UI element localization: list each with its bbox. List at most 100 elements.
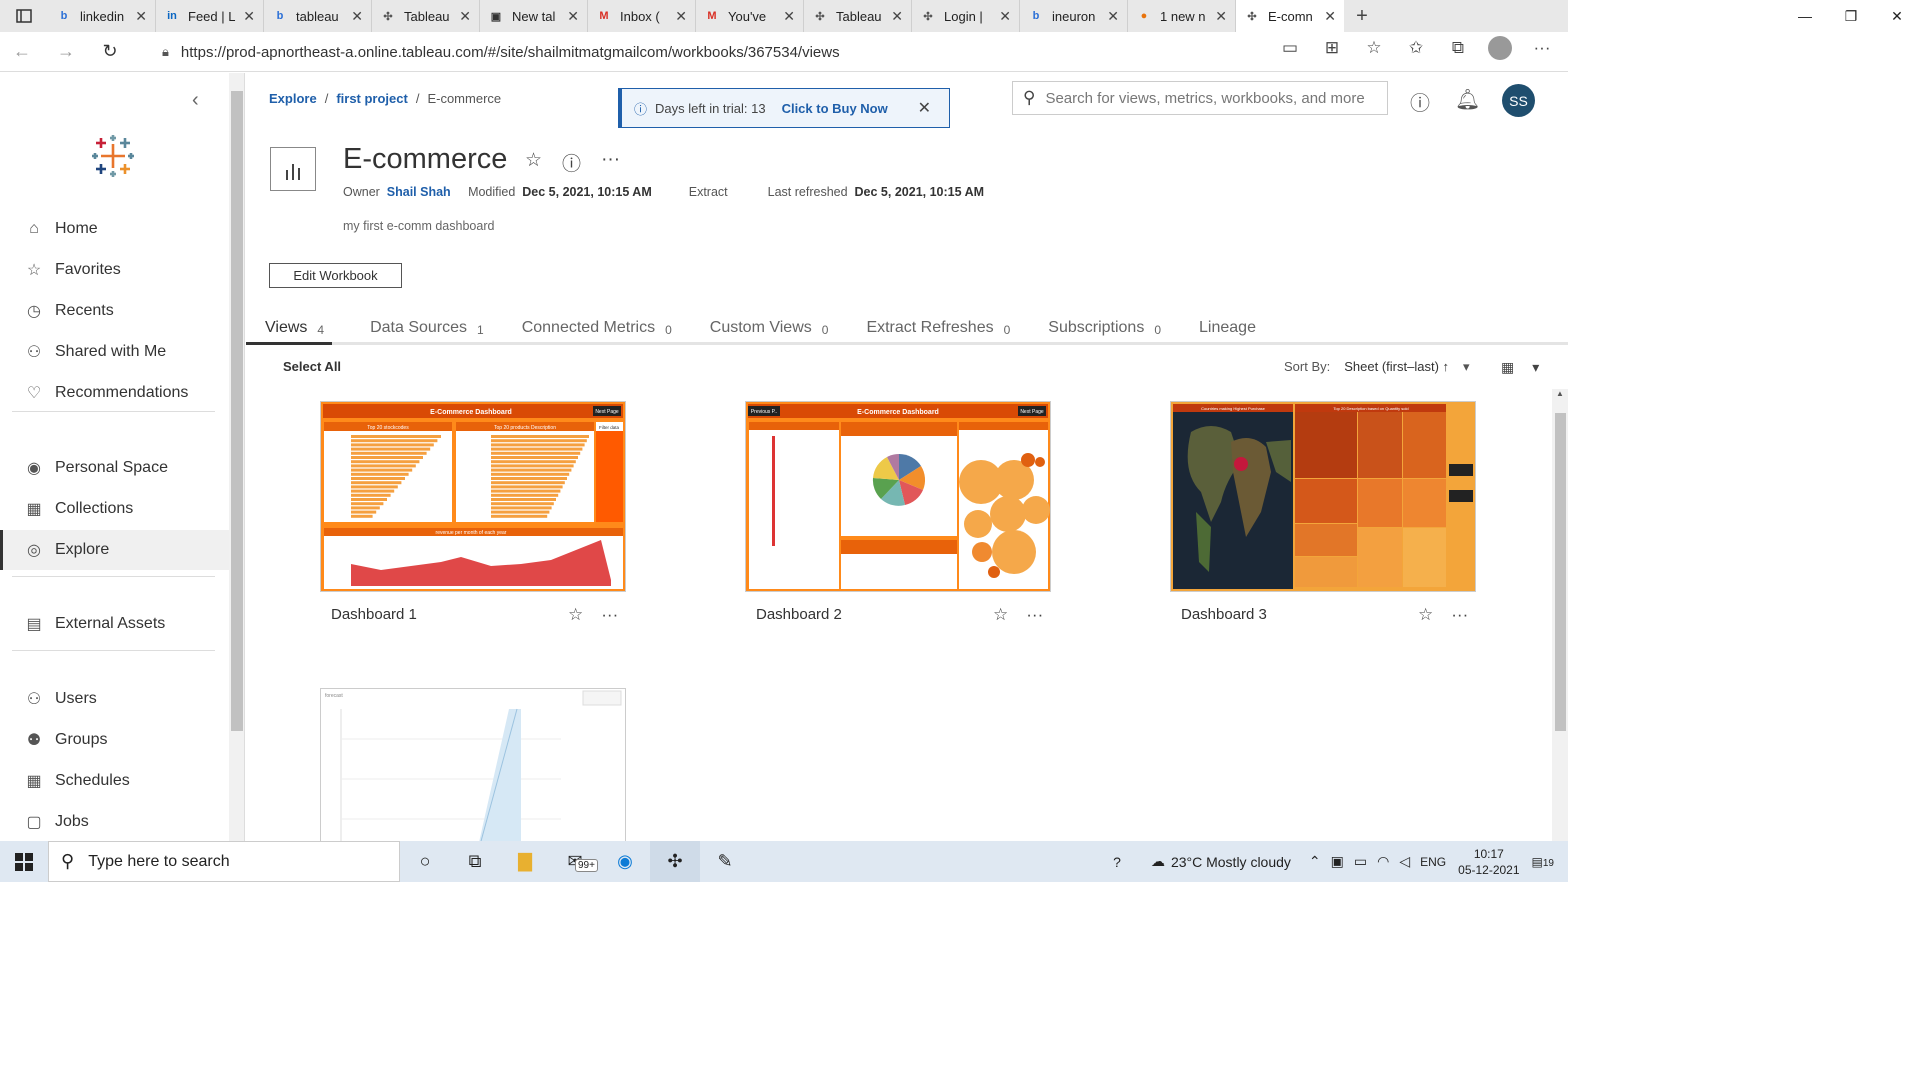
- more-icon[interactable]: ···: [1530, 38, 1554, 58]
- browser-tab[interactable]: in Feed | L ✕: [156, 0, 264, 32]
- star-icon[interactable]: ☆: [568, 605, 583, 625]
- maximize-button[interactable]: ❐: [1828, 0, 1874, 32]
- view-card-2[interactable]: Previous P.. E-Commerce Dashboard Next P…: [745, 401, 1051, 624]
- browser-tab[interactable]: M You've ✕: [696, 0, 804, 32]
- breadcrumb-explore[interactable]: Explore: [269, 91, 317, 106]
- view-card-3[interactable]: Countries making Highest Purchase Top 20…: [1170, 401, 1476, 624]
- browser-tab[interactable]: ✣ Login | ✕: [912, 0, 1020, 32]
- close-tab-icon[interactable]: ✕: [1107, 8, 1119, 25]
- sidebar-item-favorites[interactable]: ☆ Favorites: [0, 250, 229, 290]
- chevron-up-icon[interactable]: ⌃: [1309, 853, 1321, 870]
- tab-data-sources[interactable]: Data Sources 1: [351, 319, 484, 345]
- avatar[interactable]: SS: [1502, 84, 1535, 117]
- more-icon[interactable]: ···: [1451, 605, 1468, 625]
- browser-tab[interactable]: ● 1 new n ✕: [1128, 0, 1236, 32]
- forecast-thumbnail[interactable]: forecast: [320, 688, 626, 841]
- view-name[interactable]: Dashboard 1: [331, 606, 417, 623]
- buy-now-link[interactable]: Click to Buy Now: [782, 101, 888, 116]
- file-explorer-icon[interactable]: ▇: [500, 841, 550, 882]
- view-toggle[interactable]: ▦ ▾: [1501, 359, 1539, 376]
- close-icon[interactable]: ✕: [918, 98, 931, 118]
- battery-icon[interactable]: ▭: [1354, 853, 1367, 870]
- profile-avatar[interactable]: [1488, 36, 1512, 60]
- start-button[interactable]: [0, 841, 48, 882]
- tab-actions-icon[interactable]: [0, 0, 48, 32]
- weather-text[interactable]: 23°C Mostly cloudy: [1171, 854, 1291, 870]
- more-icon[interactable]: ···: [1026, 605, 1043, 625]
- details-info-icon[interactable]: ⓘ: [562, 149, 581, 176]
- browser-tab[interactable]: b linkedin ✕: [48, 0, 156, 32]
- minimize-button[interactable]: —: [1782, 0, 1828, 32]
- breadcrumb-project[interactable]: first project: [336, 91, 408, 106]
- sidebar-scrollbar[interactable]: [229, 73, 245, 841]
- favorites-icon[interactable]: ✩: [1404, 38, 1428, 58]
- sidebar-item-recommendations[interactable]: ♡ Recommendations: [0, 373, 229, 413]
- sidebar-item-collections[interactable]: ▦ Collections: [0, 489, 229, 529]
- select-all-button[interactable]: Select All: [283, 359, 341, 374]
- language-indicator[interactable]: ENG: [1420, 855, 1446, 869]
- sidebar-item-users[interactable]: ⚇ Users: [0, 679, 229, 719]
- close-tab-icon[interactable]: ✕: [891, 8, 903, 25]
- close-window-button[interactable]: ✕: [1874, 0, 1920, 32]
- apps-icon[interactable]: ⊞: [1320, 38, 1344, 58]
- browser-tab[interactable]: b ineuron ✕: [1020, 0, 1128, 32]
- help-icon[interactable]: ⓘ: [1410, 87, 1430, 116]
- edit-workbook-button[interactable]: Edit Workbook: [269, 263, 402, 288]
- url-field[interactable]: 🔒︎ https://prod-apnortheast-a.online.tab…: [150, 37, 1375, 67]
- sidebar-item-schedules[interactable]: ▦ Schedules: [0, 761, 229, 801]
- sidebar-item-jobs[interactable]: ▢ Jobs: [0, 802, 229, 842]
- close-tab-icon[interactable]: ✕: [675, 8, 687, 25]
- close-tab-icon[interactable]: ✕: [783, 8, 795, 25]
- close-tab-icon[interactable]: ✕: [459, 8, 471, 25]
- sidebar-item-recents[interactable]: ◷ Recents: [0, 291, 229, 331]
- sidebar-item-explore[interactable]: ◎ Explore: [0, 530, 229, 570]
- bell-icon[interactable]: 🔔︎: [1455, 87, 1480, 112]
- tab-custom-views[interactable]: Custom Views 0: [691, 319, 829, 345]
- task-view-icon[interactable]: ⧉: [450, 841, 500, 882]
- cortana-icon[interactable]: ○: [400, 841, 450, 882]
- device-icon[interactable]: ▣: [1331, 853, 1344, 870]
- sidebar-item-shared-with-me[interactable]: ⚇ Shared with Me: [0, 332, 229, 372]
- view-card-4[interactable]: forecast: [320, 688, 626, 841]
- view-name[interactable]: Dashboard 2: [756, 606, 842, 623]
- tab-subscriptions[interactable]: Subscriptions 0: [1029, 319, 1161, 345]
- close-tab-icon[interactable]: ✕: [999, 8, 1011, 25]
- tab-extract-refreshes[interactable]: Extract Refreshes 0: [847, 319, 1010, 345]
- volume-icon[interactable]: ◁: [1399, 853, 1410, 870]
- grid-icon[interactable]: ▦: [1501, 359, 1514, 376]
- clock[interactable]: 10:17 05-12-2021: [1458, 846, 1519, 878]
- dashboard-3-thumbnail[interactable]: Countries making Highest Purchase Top 20…: [1170, 401, 1476, 592]
- sidebar-item-groups[interactable]: ⚉ Groups: [0, 720, 229, 760]
- chevron-down-icon[interactable]: ▾: [1463, 359, 1470, 375]
- close-tab-icon[interactable]: ✕: [243, 8, 255, 25]
- more-icon[interactable]: ···: [601, 605, 618, 625]
- mail-icon[interactable]: ✉99+: [550, 841, 600, 882]
- browser-tab[interactable]: M Inbox (✕: [588, 0, 696, 32]
- more-actions-icon[interactable]: ···: [601, 149, 620, 176]
- tableau-taskbar-icon[interactable]: ✣: [650, 841, 700, 882]
- paint-icon[interactable]: ✎: [700, 841, 750, 882]
- read-aloud-icon[interactable]: ▭: [1278, 38, 1302, 58]
- tab-lineage[interactable]: Lineage: [1180, 319, 1266, 345]
- tab-connected-metrics[interactable]: Connected Metrics 0: [503, 319, 672, 345]
- sidebar-item-external-assets[interactable]: ▤ External Assets: [0, 604, 229, 644]
- collections-icon[interactable]: ⧉: [1446, 38, 1470, 58]
- taskbar-search[interactable]: ⚲ Type here to search: [48, 841, 400, 882]
- close-tab-icon[interactable]: ✕: [567, 8, 579, 25]
- star-icon[interactable]: ☆: [1418, 605, 1433, 625]
- edge-icon[interactable]: ◉: [600, 841, 650, 882]
- favorite-star-icon[interactable]: ☆: [525, 149, 542, 176]
- close-tab-icon[interactable]: ✕: [351, 8, 363, 25]
- close-tab-icon[interactable]: ✕: [1324, 8, 1336, 25]
- sort-dropdown[interactable]: Sheet (first–last) ↑: [1344, 359, 1449, 375]
- search-input[interactable]: ⚲ Search for views, metrics, workbooks, …: [1012, 81, 1388, 115]
- browser-tab[interactable]: b tableau ✕: [264, 0, 372, 32]
- dashboard-1-thumbnail[interactable]: E-Commerce Dashboard Next Page Top 20 st…: [320, 401, 626, 592]
- forward-button[interactable]: →: [44, 41, 88, 62]
- browser-tab[interactable]: ✣ Tableau ✕: [372, 0, 480, 32]
- browser-tab[interactable]: ✣ Tableau ✕: [804, 0, 912, 32]
- close-tab-icon[interactable]: ✕: [135, 8, 147, 25]
- sidebar-item-home[interactable]: ⌂ Home: [0, 209, 229, 249]
- refresh-button[interactable]: ↻: [88, 41, 132, 62]
- wifi-icon[interactable]: ◠: [1377, 853, 1389, 870]
